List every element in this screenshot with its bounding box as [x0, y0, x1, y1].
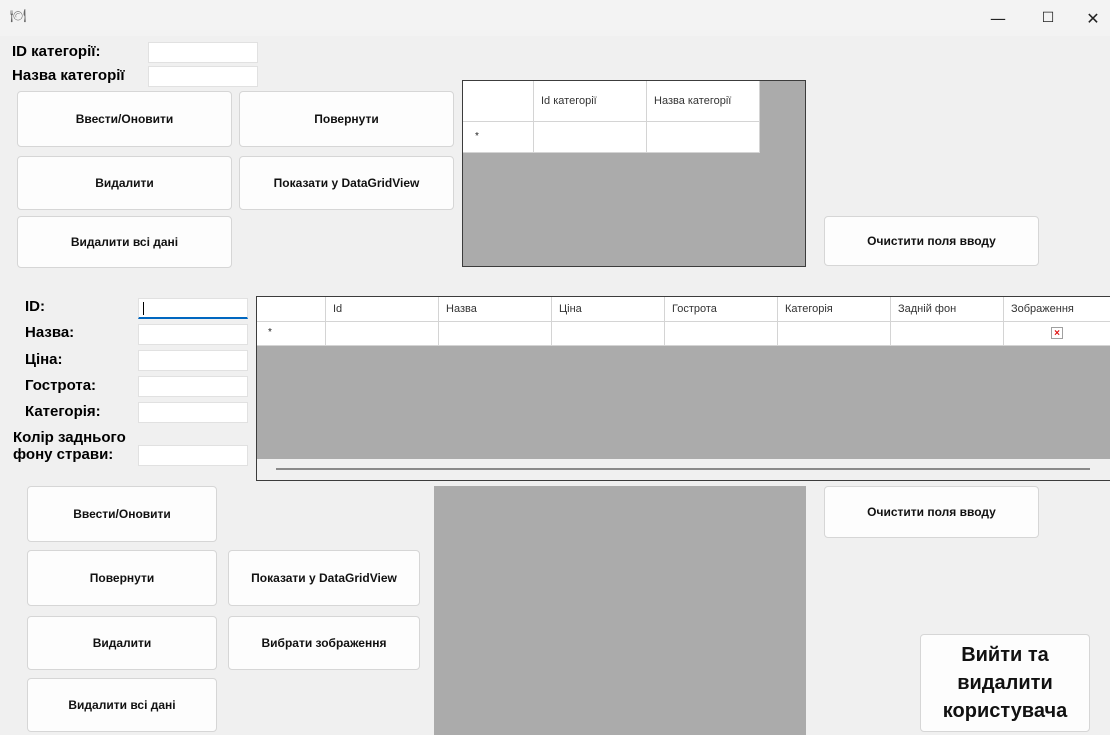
row-header-corner [463, 81, 534, 122]
table-cell[interactable] [326, 322, 439, 346]
close-button[interactable]: ✕ [1070, 0, 1110, 36]
category-show-grid-button[interactable]: Показати у DataGridView [239, 156, 454, 210]
choose-image-button[interactable]: Вибрати зображення [228, 616, 420, 670]
maximize-button[interactable]: ☐ [1025, 0, 1071, 36]
table-cell[interactable] [778, 322, 891, 346]
broken-image-icon: × [1051, 327, 1063, 339]
table-cell[interactable] [552, 322, 665, 346]
exit-button-line3: користувача [942, 700, 1068, 722]
dish-spiciness-label: Гострота: [25, 377, 97, 394]
column-header-price[interactable]: Ціна [552, 297, 665, 322]
column-header-name[interactable]: Назва [439, 297, 552, 322]
scrollbar-thumb[interactable] [276, 468, 1090, 470]
category-grid[interactable]: Id категорії Назва категорії * [462, 80, 806, 267]
column-header-id[interactable]: Id [326, 297, 439, 322]
dish-category-label: Категорія: [25, 403, 101, 420]
dish-image-picturebox [434, 486, 806, 735]
dish-bg-color-label-line1: Колір заднього [13, 429, 126, 446]
dish-delete-all-button[interactable]: Видалити всі дані [27, 678, 217, 732]
row-header[interactable]: * [257, 322, 326, 346]
table-cell-image[interactable]: × [1004, 322, 1110, 346]
column-header-image[interactable]: Зображення [1004, 297, 1110, 322]
table-cell[interactable] [534, 122, 647, 153]
exit-delete-user-button[interactable]: Вийти та видалити користувача [920, 634, 1090, 732]
row-header-corner [257, 297, 326, 322]
table-cell[interactable] [665, 322, 778, 346]
dish-id-label: ID: [25, 298, 45, 315]
dish-delete-button[interactable]: Видалити [27, 616, 217, 670]
category-id-field[interactable] [148, 42, 258, 63]
dish-bg-color-label-line2: фону страви: [13, 446, 114, 463]
dish-name-label: Назва: [25, 324, 75, 341]
dish-price-field[interactable] [138, 350, 248, 371]
food-icon: 🍽 [10, 8, 27, 23]
column-header-spiciness[interactable]: Гострота [665, 297, 778, 322]
dish-bg-color-field[interactable] [138, 445, 248, 466]
category-clear-button[interactable]: Очистити поля вводу [824, 216, 1039, 266]
table-cell[interactable] [891, 322, 1004, 346]
category-delete-all-button[interactable]: Видалити всі дані [17, 216, 232, 268]
column-header-background[interactable]: Задній фон [891, 297, 1004, 322]
category-id-label: ID категорії: [12, 43, 101, 60]
dish-name-field[interactable] [138, 324, 248, 345]
table-cell[interactable] [439, 322, 552, 346]
table-cell[interactable] [647, 122, 760, 153]
dish-clear-button[interactable]: Очистити поля вводу [824, 486, 1039, 538]
category-name-label: Назва категорії [12, 67, 125, 84]
dish-id-field[interactable] [138, 298, 248, 319]
dish-save-button[interactable]: Ввести/Оновити [27, 486, 217, 542]
category-restore-button[interactable]: Повернути [239, 91, 454, 147]
column-header-category-name[interactable]: Назва категорії [647, 81, 760, 122]
dish-spiciness-field[interactable] [138, 376, 248, 397]
dish-category-field[interactable] [138, 402, 248, 423]
exit-button-line1: Вийти та [961, 644, 1049, 666]
dish-show-grid-button[interactable]: Показати у DataGridView [228, 550, 420, 606]
dish-grid[interactable]: Id Назва Ціна Гострота Категорія Задній … [256, 296, 1110, 481]
exit-button-line2: видалити [957, 672, 1053, 694]
dish-price-label: Ціна: [25, 351, 63, 368]
row-header[interactable]: * [463, 122, 534, 153]
column-header-category[interactable]: Категорія [778, 297, 891, 322]
minimize-button[interactable]: — [975, 0, 1021, 36]
category-name-field[interactable] [148, 66, 258, 87]
column-header-category-id[interactable]: Id категорії [534, 81, 647, 122]
new-row-marker: * [268, 327, 272, 338]
dish-restore-button[interactable]: Повернути [27, 550, 217, 606]
horizontal-scrollbar[interactable] [257, 459, 1110, 480]
category-delete-button[interactable]: Видалити [17, 156, 232, 210]
category-save-button[interactable]: Ввести/Оновити [17, 91, 232, 147]
new-row-marker: * [475, 131, 479, 142]
title-bar: 🍽 — ☐ ✕ [0, 0, 1110, 36]
text-caret [143, 302, 144, 315]
